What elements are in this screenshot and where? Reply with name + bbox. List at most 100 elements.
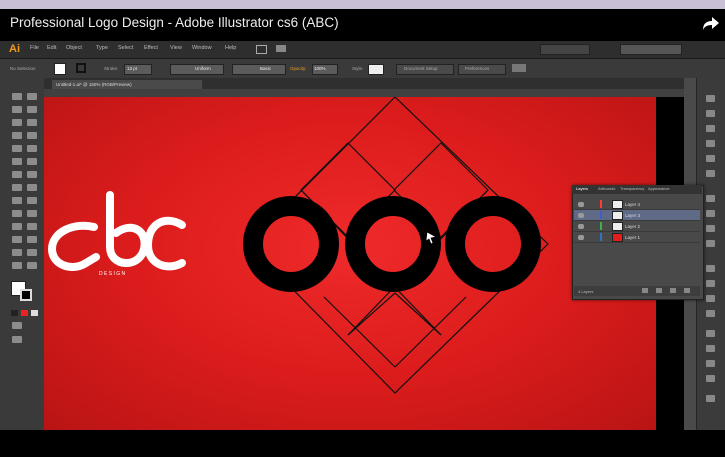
tab-layers[interactable]: Layers — [576, 186, 588, 191]
document-tab[interactable]: Untitled-1.ai* @ 150% (RGB/Preview) — [52, 80, 202, 89]
fill-swatch[interactable] — [54, 63, 66, 75]
browser-strip — [0, 0, 725, 9]
menu-type[interactable]: Type — [96, 45, 108, 51]
type-tool-icon[interactable] — [27, 119, 37, 126]
artboard-canvas[interactable]: D E S I G N — [44, 97, 656, 430]
layer-name[interactable]: Layer 1 — [625, 235, 640, 240]
visibility-eye-icon[interactable] — [578, 202, 584, 207]
gradient-tool-icon[interactable] — [27, 210, 37, 217]
slice-tool-icon[interactable] — [27, 249, 37, 256]
eraser-tool-icon[interactable] — [27, 158, 37, 165]
swatches-panel-icon[interactable] — [706, 125, 715, 132]
pen-tool-icon[interactable] — [12, 119, 22, 126]
layer-name[interactable]: Layer 4 — [625, 202, 640, 207]
layer-name[interactable]: Layer 3 — [625, 213, 640, 218]
menu-help[interactable]: Help — [225, 45, 236, 51]
artboard-tool-icon[interactable] — [12, 249, 22, 256]
menu-file[interactable]: File — [30, 45, 39, 51]
tab-artboards[interactable]: Artboards — [598, 186, 615, 191]
shape-builder-tool-icon[interactable] — [12, 197, 22, 204]
opentype-panel-icon[interactable] — [706, 360, 715, 367]
eyedropper-tool-icon[interactable] — [12, 223, 22, 230]
color-mode-icon[interactable] — [11, 310, 18, 316]
none-mode-icon[interactable] — [31, 310, 38, 316]
brushes-panel-icon[interactable] — [706, 140, 715, 147]
paragraph-panel-icon[interactable] — [706, 345, 715, 352]
menu-window[interactable]: Window — [192, 45, 212, 51]
opacity-label[interactable]: Opacity: — [290, 66, 307, 71]
stroke-color-swatch[interactable] — [20, 289, 32, 301]
delete-layer-icon[interactable] — [684, 288, 690, 293]
share-icon[interactable] — [700, 12, 722, 34]
screen-mode-icon[interactable] — [12, 336, 22, 343]
outer-diamond — [247, 97, 549, 394]
scale-tool-icon[interactable] — [27, 171, 37, 178]
brush-definition[interactable] — [232, 64, 286, 75]
transform-panel-icon[interactable] — [706, 310, 715, 317]
symbol-sprayer-tool-icon[interactable] — [12, 236, 22, 243]
direct-selection-tool-icon[interactable] — [27, 93, 37, 100]
zoom-tool-icon[interactable] — [27, 262, 37, 269]
character-panel-icon[interactable] — [706, 330, 715, 337]
grid-line-3 — [347, 292, 396, 336]
workspace-switcher[interactable] — [540, 44, 590, 55]
visibility-eye-icon[interactable] — [578, 224, 584, 229]
brush-value: Basic — [260, 66, 272, 71]
pencil-tool-icon[interactable] — [27, 145, 37, 152]
hand-tool-icon[interactable] — [12, 262, 22, 269]
blob-brush-tool-icon[interactable] — [12, 158, 22, 165]
line-tool-icon[interactable] — [12, 132, 22, 139]
video-title[interactable]: Professional Logo Design - Adobe Illustr… — [10, 15, 339, 30]
links-panel-icon[interactable] — [706, 375, 715, 382]
free-transform-tool-icon[interactable] — [27, 184, 37, 191]
arrange-docs-icon[interactable] — [256, 45, 267, 54]
workspace-icon[interactable] — [276, 45, 286, 52]
stroke-panel-icon[interactable] — [706, 210, 715, 217]
gradient-panel-icon[interactable] — [706, 225, 715, 232]
align-icon[interactable] — [512, 64, 526, 72]
width-tool-icon[interactable] — [12, 184, 22, 191]
menu-view[interactable]: View — [170, 45, 182, 51]
graphic-styles-panel-icon[interactable] — [706, 170, 715, 177]
layers-panel-icon[interactable] — [706, 195, 715, 202]
tab-transparency[interactable]: Transparency — [620, 186, 644, 191]
search-field[interactable] — [620, 44, 682, 55]
color-panel-icon[interactable] — [706, 95, 715, 102]
color-guide-panel-icon[interactable] — [706, 110, 715, 117]
menu-effect[interactable]: Effect — [144, 45, 158, 51]
logo-letter-a — [47, 221, 100, 271]
ring-left — [243, 196, 339, 292]
style-swatch[interactable] — [368, 64, 384, 75]
magic-wand-tool-icon[interactable] — [12, 106, 22, 113]
perspective-grid-tool-icon[interactable] — [27, 197, 37, 204]
layer-name[interactable]: Layer 2 — [625, 224, 640, 229]
tab-appearance[interactable]: Appearance — [648, 186, 670, 191]
graph-tool-icon[interactable] — [27, 236, 37, 243]
mesh-tool-icon[interactable] — [12, 210, 22, 217]
blend-tool-icon[interactable] — [27, 223, 37, 230]
align-panel-icon[interactable] — [706, 280, 715, 287]
create-layer-icon[interactable] — [670, 288, 676, 293]
rotate-tool-icon[interactable] — [12, 171, 22, 178]
navigator-panel-icon[interactable] — [706, 395, 715, 402]
menu-edit[interactable]: Edit — [47, 45, 56, 51]
menu-object[interactable]: Object — [66, 45, 82, 51]
pathfinder-panel-icon[interactable] — [706, 295, 715, 302]
transparency-panel-icon[interactable] — [706, 240, 715, 247]
create-sublayer-icon[interactable] — [656, 288, 662, 293]
rectangle-tool-icon[interactable] — [27, 132, 37, 139]
symbols-panel-icon[interactable] — [706, 155, 715, 162]
make-clipping-mask-icon[interactable] — [642, 288, 648, 293]
draw-mode-icon[interactable] — [12, 322, 22, 329]
gradient-mode-icon[interactable] — [21, 310, 28, 316]
video-bottom-bar — [0, 430, 725, 457]
appearance-panel-icon[interactable] — [706, 265, 715, 272]
lasso-tool-icon[interactable] — [27, 106, 37, 113]
visibility-eye-icon[interactable] — [578, 235, 584, 240]
paintbrush-tool-icon[interactable] — [12, 145, 22, 152]
selection-tool-icon[interactable] — [12, 93, 22, 100]
visibility-eye-icon[interactable] — [578, 213, 584, 218]
layer-thumbnail — [612, 211, 623, 220]
menu-select[interactable]: Select — [118, 45, 133, 51]
stroke-swatch[interactable] — [76, 63, 86, 73]
